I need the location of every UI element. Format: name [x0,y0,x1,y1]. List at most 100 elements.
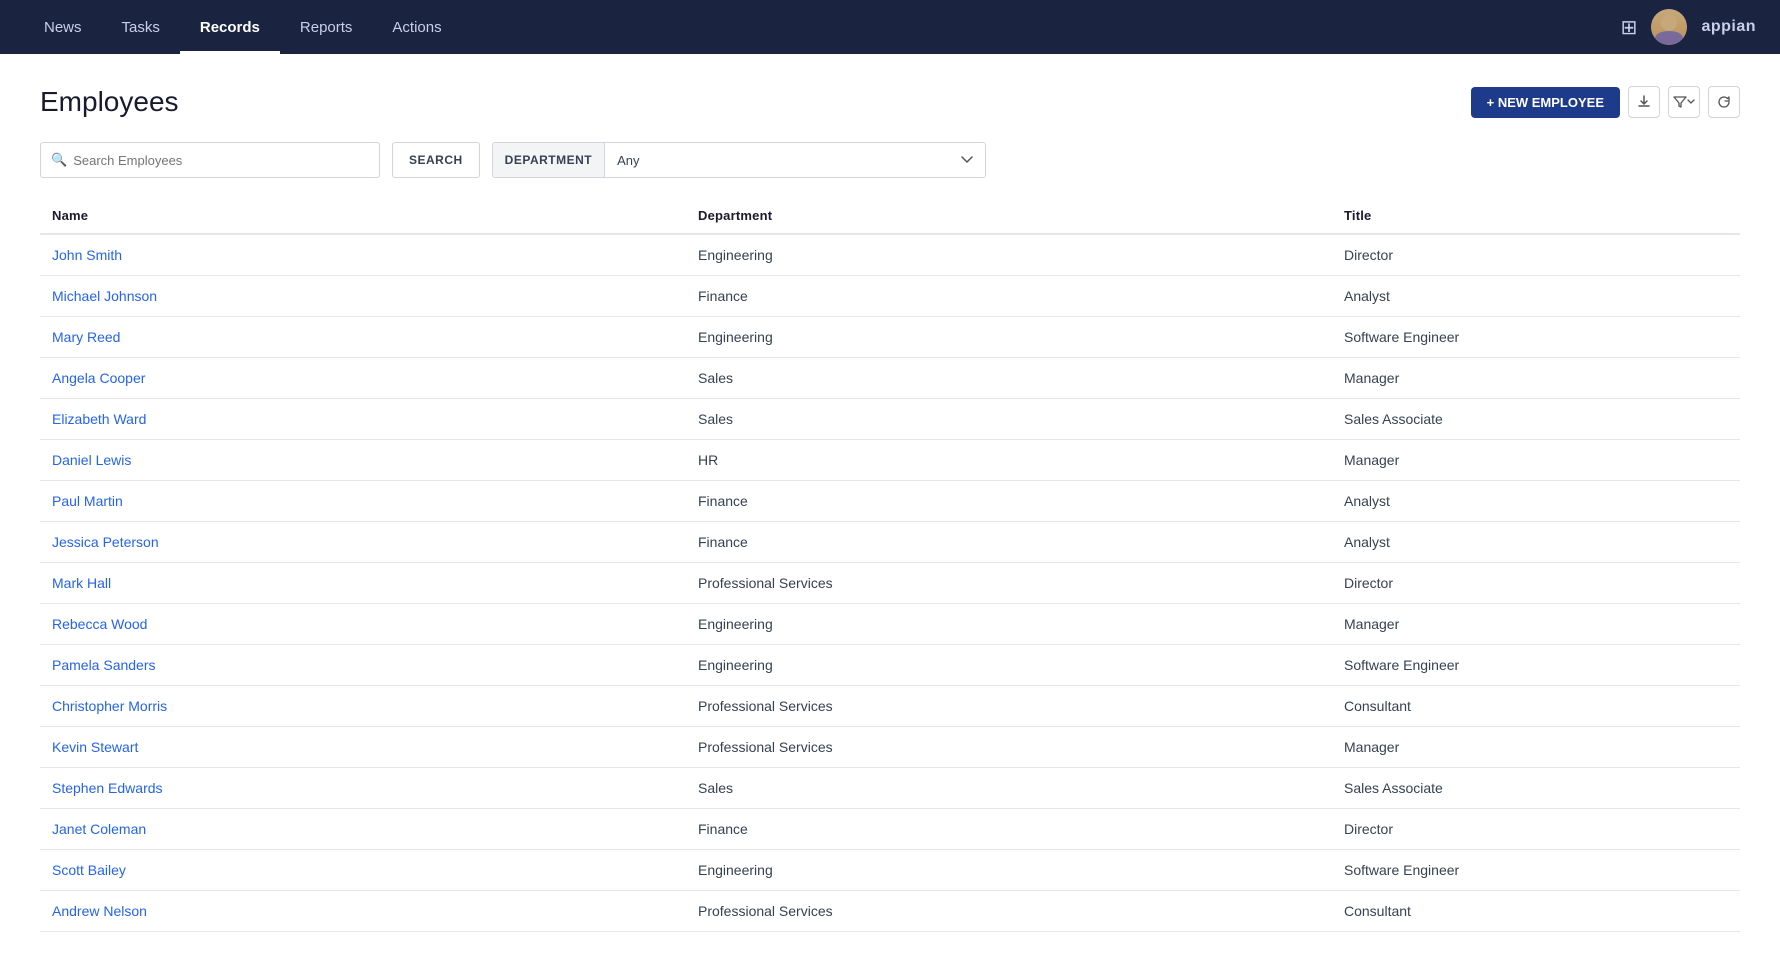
nav-item-records[interactable]: Records [180,0,280,54]
grid-icon[interactable]: ⊞ [1621,15,1638,40]
nav-item-news[interactable]: News [24,0,102,54]
filter-button[interactable] [1668,86,1700,118]
employee-name-link[interactable]: Mark Hall [52,575,111,591]
employee-title: Sales Associate [1332,768,1740,809]
col-header-title: Title [1332,198,1740,234]
employee-title: Analyst [1332,481,1740,522]
col-header-name: Name [40,198,686,234]
employee-department: Finance [686,276,1332,317]
table-row: Daniel Lewis HR Manager [40,440,1740,481]
brand-label: appian [1701,18,1756,36]
nav-links: News Tasks Records Reports Actions [24,0,1621,54]
employee-department: Finance [686,522,1332,563]
table-row: Andrew Nelson Professional Services Cons… [40,891,1740,932]
employee-name-link[interactable]: Stephen Edwards [52,780,163,796]
employee-name-link[interactable]: Mary Reed [52,329,120,345]
table-header: Name Department Title [40,198,1740,234]
employee-title: Consultant [1332,686,1740,727]
employee-department: HR [686,440,1332,481]
employee-name-link[interactable]: Rebecca Wood [52,616,147,632]
page-title: Employees [40,86,179,118]
dept-select[interactable]: AnyEngineeringFinanceHRProfessional Serv… [605,143,985,177]
page-header: Employees + NEW EMPLOYEE [40,86,1740,118]
search-input-wrap: 🔍 [40,142,380,178]
employee-department: Professional Services [686,727,1332,768]
employee-title: Analyst [1332,522,1740,563]
dept-filter: DEPARTMENT AnyEngineeringFinanceHRProfes… [492,142,986,178]
nav-item-actions[interactable]: Actions [372,0,461,54]
employee-name-link[interactable]: Andrew Nelson [52,903,147,919]
table-row: Elizabeth Ward Sales Sales Associate [40,399,1740,440]
employee-title: Manager [1332,358,1740,399]
filter-icon [1673,95,1687,109]
header-actions: + NEW EMPLOYEE [1471,86,1740,118]
employees-table: Name Department Title John Smith Enginee… [40,198,1740,932]
search-button[interactable]: SEARCH [392,142,480,178]
employee-name-link[interactable]: Kevin Stewart [52,739,138,755]
dept-filter-label: DEPARTMENT [493,143,605,177]
employee-name-link[interactable]: Paul Martin [52,493,123,509]
employee-department: Finance [686,809,1332,850]
employee-department: Sales [686,399,1332,440]
employee-title: Software Engineer [1332,317,1740,358]
employee-department: Engineering [686,850,1332,891]
employee-name-link[interactable]: John Smith [52,247,122,263]
employee-department: Finance [686,481,1332,522]
employee-title: Software Engineer [1332,850,1740,891]
avatar[interactable] [1651,9,1687,45]
employee-department: Engineering [686,317,1332,358]
employee-title: Director [1332,563,1740,604]
new-employee-button[interactable]: + NEW EMPLOYEE [1471,87,1620,118]
employee-name-link[interactable]: Michael Johnson [52,288,157,304]
refresh-icon [1717,95,1731,109]
table-row: Rebecca Wood Engineering Manager [40,604,1740,645]
employee-department: Professional Services [686,563,1332,604]
employee-name-link[interactable]: Elizabeth Ward [52,411,146,427]
employee-title: Analyst [1332,276,1740,317]
employee-title: Director [1332,234,1740,276]
table-row: Angela Cooper Sales Manager [40,358,1740,399]
table-row: Pamela Sanders Engineering Software Engi… [40,645,1740,686]
table-row: Mary Reed Engineering Software Engineer [40,317,1740,358]
table-row: Kevin Stewart Professional Services Mana… [40,727,1740,768]
employee-name-link[interactable]: Pamela Sanders [52,657,156,673]
nav-item-tasks[interactable]: Tasks [102,0,180,54]
employee-title: Software Engineer [1332,645,1740,686]
employee-name-link[interactable]: Daniel Lewis [52,452,131,468]
employee-name-link[interactable]: Scott Bailey [52,862,126,878]
employee-name-link[interactable]: Janet Coleman [52,821,146,837]
search-bar: 🔍 SEARCH DEPARTMENT AnyEngineeringFinanc… [40,142,1740,178]
nav-item-reports[interactable]: Reports [280,0,373,54]
search-input[interactable] [73,153,369,168]
table-row: Stephen Edwards Sales Sales Associate [40,768,1740,809]
table-row: Christopher Morris Professional Services… [40,686,1740,727]
employee-title: Manager [1332,440,1740,481]
table-row: John Smith Engineering Director [40,234,1740,276]
navbar: News Tasks Records Reports Actions ⊞ app… [0,0,1780,54]
employee-name-link[interactable]: Angela Cooper [52,370,145,386]
employee-department: Professional Services [686,686,1332,727]
employee-department: Sales [686,358,1332,399]
employee-name-link[interactable]: Jessica Peterson [52,534,159,550]
table-row: Paul Martin Finance Analyst [40,481,1740,522]
employee-department: Engineering [686,645,1332,686]
chevron-down-icon [1687,98,1695,106]
nav-right: ⊞ appian [1621,9,1756,45]
download-icon [1637,95,1651,109]
table-header-row: Name Department Title [40,198,1740,234]
employee-department: Engineering [686,604,1332,645]
col-header-department: Department [686,198,1332,234]
employee-title: Director [1332,809,1740,850]
table-row: Jessica Peterson Finance Analyst [40,522,1740,563]
table-row: Michael Johnson Finance Analyst [40,276,1740,317]
main-container: Employees + NEW EMPLOYEE [0,54,1780,964]
employee-department: Professional Services [686,891,1332,932]
refresh-button[interactable] [1708,86,1740,118]
employee-name-link[interactable]: Christopher Morris [52,698,167,714]
employee-department: Engineering [686,234,1332,276]
employee-title: Manager [1332,604,1740,645]
employee-department: Sales [686,768,1332,809]
table-row: Mark Hall Professional Services Director [40,563,1740,604]
table-row: Scott Bailey Engineering Software Engine… [40,850,1740,891]
download-button[interactable] [1628,86,1660,118]
